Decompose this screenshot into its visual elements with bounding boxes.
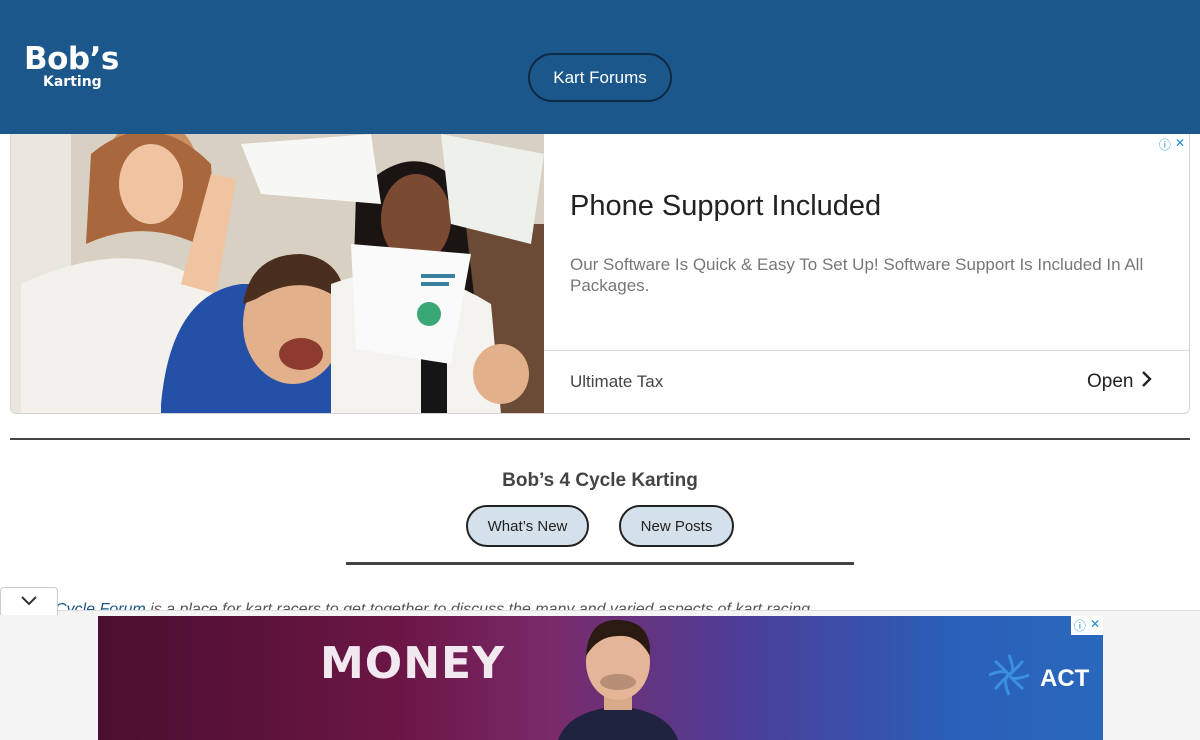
site-logo[interactable]: Bob’s Karting [24, 41, 119, 90]
section-divider-top [10, 438, 1190, 440]
act-brand: ACT [986, 652, 1089, 705]
ad-advertiser[interactable]: Ultimate Tax [570, 372, 663, 392]
chevron-down-icon [21, 593, 37, 611]
adchoices-info-icon[interactable]: ⓘ [1074, 617, 1086, 634]
bottom-adchoices-controls[interactable]: ⓘ ✕ [1070, 616, 1103, 635]
close-icon[interactable]: ✕ [1090, 617, 1100, 634]
act-brand-label: ACT [1040, 664, 1090, 692]
bottom-advertisement[interactable]: MONEY ACT ⓘ ✕ [98, 616, 1103, 740]
ad-photo[interactable] [11, 134, 544, 413]
whats-new-button[interactable]: What’s New [466, 505, 589, 547]
logo-main-text: Bob’s [24, 41, 119, 77]
ad-headline[interactable]: Phone Support Included [570, 190, 881, 223]
ad-person-image [558, 619, 678, 740]
adchoices-info-icon[interactable]: ⓘ [1159, 136, 1171, 153]
act-logo-icon [986, 652, 1032, 705]
ad-photo-illustration [11, 134, 544, 413]
ad-collapse-toggle[interactable] [0, 587, 58, 615]
section-divider-bottom [346, 562, 854, 565]
ad-description[interactable]: Our Software Is Quick & Easy To Set Up! … [570, 254, 1160, 296]
section-title: Bob’s 4 Cycle Karting [502, 470, 698, 491]
top-advertisement[interactable]: ⓘ ✕ Phone Support Included Our Software … [10, 134, 1190, 414]
site-header: Bob’s Karting Kart Forums [0, 0, 1200, 134]
ad-divider [544, 350, 1189, 351]
logo-sub-text: Karting [43, 74, 102, 90]
ad-money-headline: MONEY [320, 638, 505, 689]
kart-forums-button[interactable]: Kart Forums [528, 53, 672, 102]
new-posts-button[interactable]: New Posts [619, 505, 734, 547]
ad-open-button[interactable]: Open [1087, 370, 1153, 394]
ad-open-label: Open [1087, 371, 1134, 392]
adchoices-controls[interactable]: ⓘ ✕ [1159, 136, 1185, 153]
chevron-right-icon [1141, 370, 1153, 394]
close-icon[interactable]: ✕ [1175, 136, 1185, 153]
